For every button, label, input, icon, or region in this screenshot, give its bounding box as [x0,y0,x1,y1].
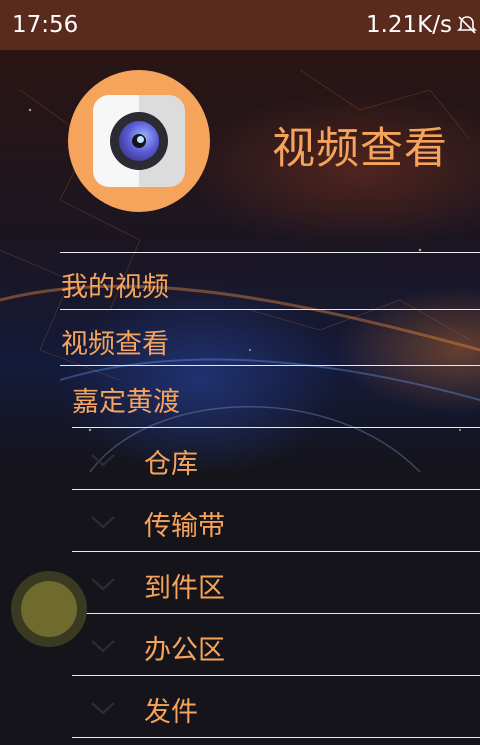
sub-item-office-area[interactable]: 办公区 [72,616,480,678]
chevron-down-icon [91,578,115,591]
menu-item-my-videos[interactable]: 我的视频 [61,265,169,304]
sub-item-label: 传输带 [144,511,225,542]
network-speed: 1.21K/s [365,12,452,38]
divider [72,489,480,490]
status-time: 17:56 [12,12,79,38]
mute-bell-icon [457,16,477,34]
chevron-down-icon [91,640,115,653]
assistive-touch-icon[interactable] [11,571,87,647]
sub-item-dispatch[interactable]: 发件 [72,678,480,740]
sub-item-arrival-area[interactable]: 到件区 [72,554,480,616]
app-title: 视频查看 [272,124,448,174]
status-bar: 17:56 1.21K/s [0,0,480,50]
group-jiading-huangdu[interactable]: 嘉定黄渡 [72,380,180,419]
divider [72,551,480,552]
divider [60,309,480,310]
divider [72,675,480,676]
sub-item-label: 到件区 [144,573,225,604]
sub-item-label: 办公区 [144,635,225,666]
divider [72,737,480,738]
sub-item-conveyor[interactable]: 传输带 [72,492,480,554]
divider [60,365,480,366]
sub-item-label: 发件 [144,697,198,728]
divider [60,252,480,253]
sub-item-warehouse[interactable]: 仓库 [72,430,480,492]
chevron-down-icon [91,454,115,467]
camera-lens-icon [93,95,185,187]
divider [72,427,480,428]
chevron-down-icon [91,702,115,715]
chevron-down-icon [91,516,115,529]
sub-item-label: 仓库 [144,449,198,480]
app-logo [68,70,210,212]
divider [72,613,480,614]
menu-item-video-view[interactable]: 视频查看 [61,322,169,361]
